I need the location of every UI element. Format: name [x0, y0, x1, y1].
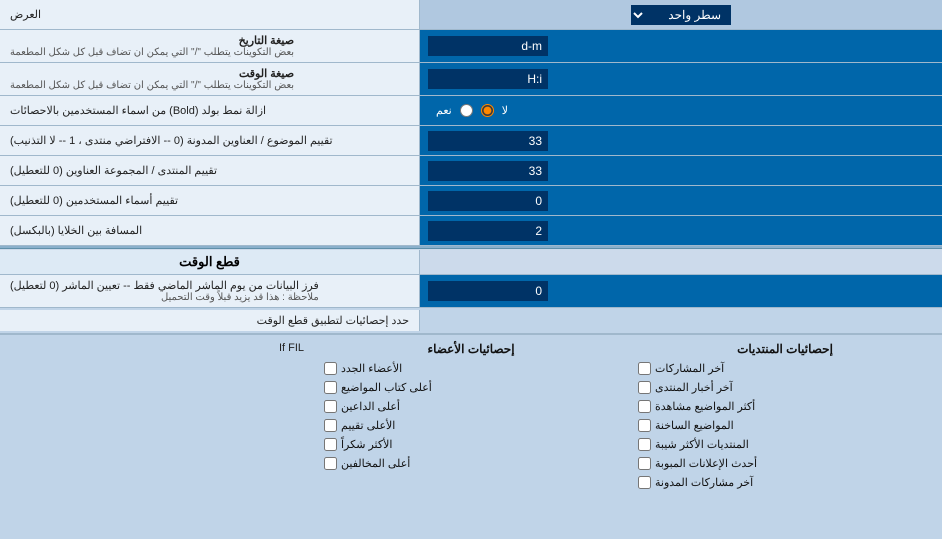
list-item: آخر مشاركات المدونة	[638, 473, 932, 492]
date-format-input[interactable]	[428, 36, 548, 56]
list-item: أحدث الإعلانات المبوبة	[638, 454, 932, 473]
checkbox-top-rated[interactable]	[324, 419, 337, 432]
cutoff-filter-label: فرز البيانات من يوم الماشر الماضي فقط --…	[0, 275, 420, 307]
checkbox-latest-blog[interactable]	[638, 476, 651, 489]
list-item: الأعضاء الجدد	[324, 359, 618, 378]
checkbox-new-members[interactable]	[324, 362, 337, 375]
list-item: المنتديات الأكثر شيبة	[638, 435, 932, 454]
list-item: أكثر المواضيع مشاهدة	[638, 397, 932, 416]
forum-sort-input-area	[420, 156, 942, 185]
user-sort-label: تقييم أسماء المستخدمين (0 للتعطيل)	[0, 186, 420, 215]
checkbox-top-referrers[interactable]	[324, 400, 337, 413]
cutoff-filter-input-area	[420, 275, 942, 307]
forum-sort-input[interactable]	[428, 161, 548, 181]
bold-no-label: لا	[502, 104, 508, 117]
list-item: أعلى كتاب المواضيع	[324, 378, 618, 397]
forum-sort-label: تقييم المنتدى / المجموعة العناوين (0 للت…	[0, 156, 420, 185]
list-item: آخر أخبار المنتدى	[638, 378, 932, 397]
checkbox-most-popular[interactable]	[638, 438, 651, 451]
display-label: العرض	[0, 0, 420, 29]
cell-spacing-input[interactable]	[428, 221, 548, 241]
checkbox-latest-posts[interactable]	[638, 362, 651, 375]
checkbox-hot-topics[interactable]	[638, 419, 651, 432]
apply-stats-label: حدد إحصائيات لتطبيق قطع الوقت	[0, 310, 420, 331]
checkbox-top-posters[interactable]	[324, 381, 337, 394]
list-item: الأعلى تقييم	[324, 416, 618, 435]
checkbox-latest-news[interactable]	[638, 381, 651, 394]
member-stats-header: إحصائيات الأعضاء	[324, 339, 618, 359]
bold-remove-label: ازالة نمط بولد (Bold) من اسماء المستخدمي…	[0, 96, 420, 125]
topic-sort-input[interactable]	[428, 131, 548, 151]
list-item: أعلى المخالفين	[324, 454, 618, 473]
cell-spacing-label: المسافة بين الخلايا (بالبكسل)	[0, 216, 420, 245]
cutoff-section-title: قطع الوقت	[0, 250, 420, 274]
checkbox-top-violators[interactable]	[324, 457, 337, 470]
bold-remove-options: لا نعم	[420, 96, 942, 125]
list-item: آخر المشاركات	[638, 359, 932, 378]
member-stats-col: إحصائيات الأعضاء الأعضاء الجدد أعلى كتاب…	[314, 339, 628, 473]
display-dropdown[interactable]: سطر واحد	[631, 5, 731, 25]
forum-stats-col: إحصائيات المنتديات آخر المشاركات آخر أخب…	[628, 339, 942, 492]
topic-sort-input-area	[420, 126, 942, 155]
list-item: الأكثر شكراً	[324, 435, 618, 454]
checkbox-latest-classifieds[interactable]	[638, 457, 651, 470]
time-format-label: صيغة الوقت بعض التكوينات يتطلب "/" التي …	[0, 63, 420, 95]
date-format-label: صيغة التاريخ بعض التكوينات يتطلب "/" الت…	[0, 30, 420, 62]
date-format-input-area	[420, 30, 942, 62]
bold-yes-label: نعم	[436, 104, 452, 117]
time-format-input-area	[420, 63, 942, 95]
checkbox-most-thanked[interactable]	[324, 438, 337, 451]
cell-spacing-input-area	[420, 216, 942, 245]
checkbox-most-viewed[interactable]	[638, 400, 651, 413]
bold-yes-radio[interactable]	[460, 104, 473, 117]
user-sort-input[interactable]	[428, 191, 548, 211]
cutoff-filter-input[interactable]	[428, 281, 548, 301]
list-item: أعلى الداعين	[324, 397, 618, 416]
time-format-input[interactable]	[428, 69, 548, 89]
apply-stats-col: If FIL	[0, 339, 314, 357]
list-item: المواضيع الساخنة	[638, 416, 932, 435]
bold-no-radio[interactable]	[481, 104, 494, 117]
user-sort-input-area	[420, 186, 942, 215]
forum-stats-header: إحصائيات المنتديات	[638, 339, 932, 359]
topic-sort-label: تقييم الموضوع / العناوين المدونة (0 -- ا…	[0, 126, 420, 155]
